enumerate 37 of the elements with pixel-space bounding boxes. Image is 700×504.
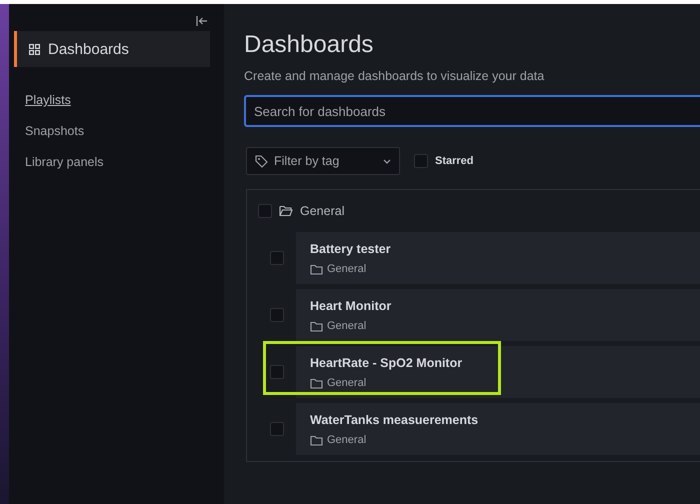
checkbox[interactable] — [270, 251, 284, 265]
folder-label: General — [327, 377, 366, 389]
folder-label: General — [327, 320, 366, 332]
chevron-down-icon — [383, 158, 391, 164]
folder-name[interactable]: General — [300, 204, 344, 218]
nav-link[interactable]: Playlists — [25, 93, 71, 107]
dashboard-card[interactable]: Battery tester General — [296, 232, 700, 284]
search-field[interactable]: Search for dashboards — [244, 95, 700, 127]
checkbox[interactable] — [270, 308, 284, 322]
page-subtitle: Create and manage dashboards to visualize your data — [244, 69, 546, 83]
checkbox[interactable] — [258, 204, 272, 218]
page-title: Dashboards — [244, 31, 374, 60]
folder-label: General — [327, 434, 366, 446]
folder-label: General — [327, 263, 366, 275]
folder-icon — [279, 205, 293, 217]
nav-link[interactable]: Library panels — [25, 155, 104, 169]
folder-icon — [310, 264, 323, 274]
folder-icon — [310, 378, 323, 388]
dashboard-title[interactable]: Battery tester — [310, 242, 686, 256]
nav-item[interactable]: Dashboards — [14, 31, 210, 67]
folder-icon — [310, 434, 323, 446]
starred-label: Starred — [435, 155, 474, 167]
folder-icon — [310, 320, 323, 332]
dashboard-card[interactable]: HeartRate - SpO2 Monitor General — [296, 346, 700, 398]
checkbox[interactable] — [270, 365, 284, 379]
dashboard-title[interactable]: WaterTanks measuerements — [310, 413, 686, 427]
dashboard-title[interactable]: Heart Monitor — [310, 299, 686, 313]
checkbox[interactable] — [270, 422, 284, 436]
tag-filter-dropdown[interactable]: Filter by tag — [246, 147, 400, 175]
tag-icon — [255, 154, 268, 168]
dashboard-title[interactable]: HeartRate - SpO2 Monitor — [310, 356, 686, 370]
dashboard-card[interactable]: Heart Monitor General — [296, 289, 700, 341]
dashboard-card[interactable]: WaterTanks measuerements General — [296, 403, 700, 455]
collapse-icon[interactable] — [196, 16, 208, 26]
nav-link[interactable]: Snapshots — [25, 124, 84, 138]
checkbox[interactable] — [414, 154, 428, 168]
grid-icon — [29, 44, 40, 54]
